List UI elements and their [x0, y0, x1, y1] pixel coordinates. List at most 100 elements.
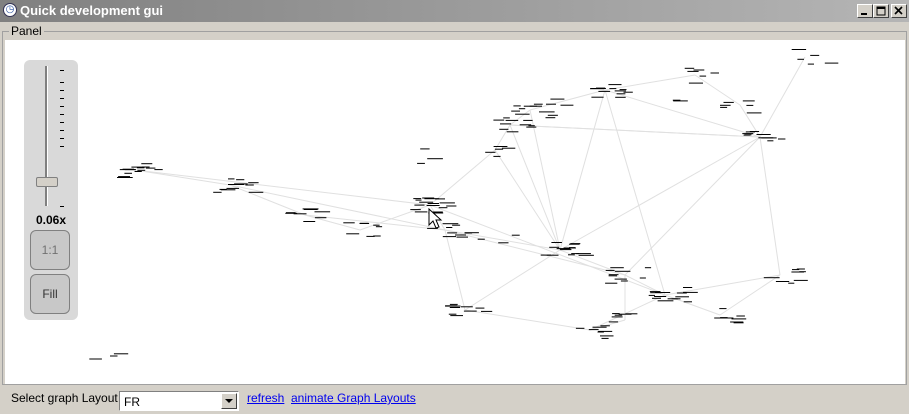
graph-node[interactable]: [609, 88, 617, 90]
graph-node[interactable]: [742, 133, 754, 135]
maximize-button[interactable]: [873, 4, 889, 18]
title-bar[interactable]: ◷ Quick development gui: [0, 0, 909, 22]
graph-node[interactable]: [505, 119, 519, 121]
dropdown-button[interactable]: [221, 393, 237, 409]
graph-node[interactable]: [742, 100, 755, 102]
graph-node[interactable]: [420, 148, 430, 150]
graph-node[interactable]: [526, 126, 537, 128]
graph-node[interactable]: [592, 326, 607, 328]
graph-node[interactable]: [213, 191, 222, 193]
zoom-slider-thumb[interactable]: [36, 177, 58, 187]
graph-node[interactable]: [89, 358, 102, 360]
graph-node[interactable]: [359, 223, 370, 224]
graph-node[interactable]: [684, 67, 695, 69]
graph-node[interactable]: [494, 148, 504, 150]
graph-node[interactable]: [625, 313, 638, 315]
graph-node[interactable]: [415, 199, 422, 201]
graph-node[interactable]: [720, 106, 728, 108]
graph-node[interactable]: [687, 70, 699, 72]
graph-node[interactable]: [448, 313, 457, 315]
graph-node[interactable]: [793, 279, 808, 281]
graph-node[interactable]: [549, 246, 560, 248]
graph-node[interactable]: [518, 108, 526, 110]
zoom-fill-button[interactable]: Fill: [30, 274, 70, 314]
graph-node[interactable]: [644, 267, 652, 269]
graph-node[interactable]: [373, 235, 381, 237]
graph-node[interactable]: [810, 54, 820, 56]
graph-node[interactable]: [529, 105, 542, 107]
graph-node[interactable]: [285, 212, 298, 214]
graph-node[interactable]: [797, 58, 804, 60]
graph-node[interactable]: [699, 75, 707, 77]
graph-node[interactable]: [343, 222, 355, 224]
graph-node[interactable]: [137, 169, 146, 171]
graph-node[interactable]: [501, 147, 516, 149]
graph-node[interactable]: [220, 189, 236, 191]
graph-node[interactable]: [427, 158, 443, 160]
graph-node[interactable]: [723, 101, 734, 103]
graph-node[interactable]: [620, 280, 628, 282]
graph-node[interactable]: [792, 269, 800, 271]
graph-node[interactable]: [245, 184, 254, 186]
graph-node[interactable]: [610, 267, 624, 269]
minimize-button[interactable]: [857, 4, 873, 18]
graph-node[interactable]: [725, 317, 734, 319]
graph-node[interactable]: [824, 62, 839, 64]
graph-node[interactable]: [648, 294, 655, 296]
graph-node[interactable]: [612, 313, 620, 315]
graph-node[interactable]: [683, 287, 693, 288]
graph-node[interactable]: [745, 131, 756, 133]
graph-node[interactable]: [608, 321, 619, 323]
graph-node[interactable]: [746, 104, 754, 106]
graph-node[interactable]: [559, 249, 572, 251]
graph-node[interactable]: [419, 201, 434, 203]
graph-node[interactable]: [481, 310, 493, 312]
graph-node[interactable]: [600, 325, 610, 327]
graph-node[interactable]: [539, 111, 555, 113]
graph-node[interactable]: [248, 191, 264, 193]
graph-node[interactable]: [303, 209, 318, 210]
graph-node[interactable]: [226, 187, 240, 189]
graph-node[interactable]: [477, 238, 485, 240]
graph-node[interactable]: [588, 329, 599, 331]
graph-node[interactable]: [639, 277, 646, 279]
graph-node[interactable]: [654, 296, 667, 297]
graph-node[interactable]: [578, 254, 594, 256]
graph-node[interactable]: [503, 117, 510, 119]
graph-node[interactable]: [511, 234, 520, 236]
graph-node[interactable]: [575, 327, 585, 329]
graph-node[interactable]: [791, 271, 804, 273]
graph-node[interactable]: [499, 128, 509, 130]
graph-node[interactable]: [450, 315, 463, 317]
graph-node[interactable]: [576, 253, 591, 255]
graph-node[interactable]: [110, 355, 118, 357]
graph-node[interactable]: [614, 90, 626, 92]
graph-node[interactable]: [778, 138, 786, 140]
graph-node[interactable]: [598, 90, 611, 92]
graph-node[interactable]: [744, 134, 752, 136]
graph-node[interactable]: [605, 269, 615, 271]
graph-node[interactable]: [791, 49, 807, 50]
graph-node[interactable]: [547, 114, 558, 116]
graph-node[interactable]: [113, 353, 129, 355]
graph-node[interactable]: [608, 275, 617, 277]
graph-node[interactable]: [611, 316, 623, 318]
graph-node[interactable]: [714, 317, 726, 319]
graph-node[interactable]: [649, 291, 661, 293]
graph-node[interactable]: [422, 197, 435, 199]
graph-node[interactable]: [228, 184, 237, 185]
graph-node[interactable]: [671, 298, 678, 300]
graph-node[interactable]: [601, 337, 609, 339]
graph-node[interactable]: [614, 270, 631, 272]
graph-node[interactable]: [600, 335, 614, 337]
graph-node[interactable]: [807, 63, 814, 65]
graph-node[interactable]: [551, 242, 562, 243]
graph-node[interactable]: [446, 205, 457, 207]
graph-node[interactable]: [533, 103, 543, 105]
graph-node[interactable]: [719, 308, 727, 310]
graph-node[interactable]: [788, 282, 795, 284]
graph-node[interactable]: [427, 203, 439, 204]
graph-node[interactable]: [763, 277, 780, 279]
graph-node[interactable]: [314, 211, 331, 213]
graph-node[interactable]: [523, 119, 533, 121]
